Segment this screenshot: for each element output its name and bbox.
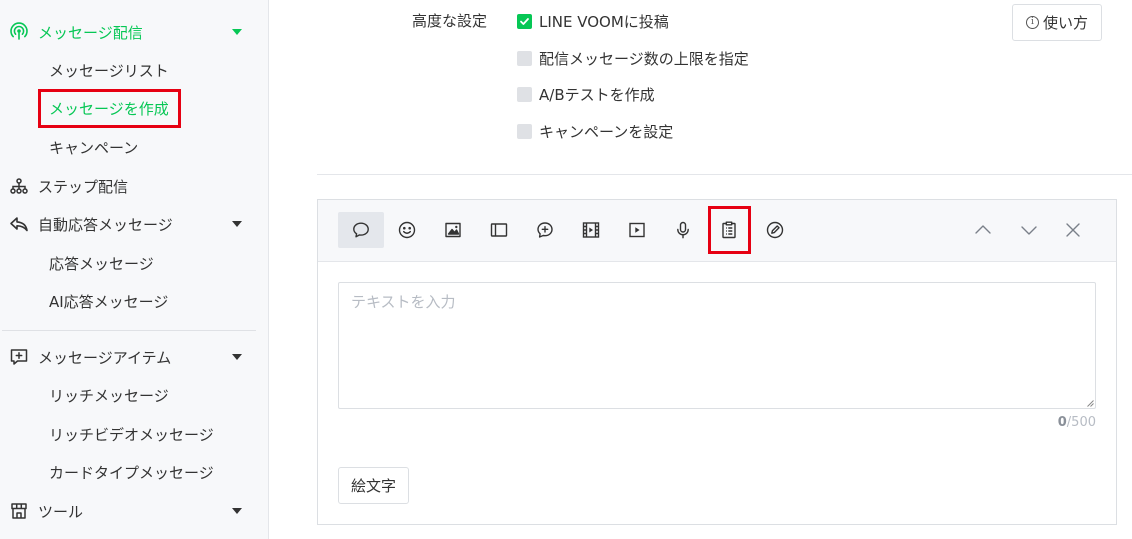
character-counter: 0/500: [1018, 415, 1096, 430]
move-down-icon[interactable]: [1006, 212, 1052, 248]
help-button-label: 使い方: [1042, 14, 1088, 32]
close-icon[interactable]: [1050, 212, 1096, 248]
reply-arrow-icon: [9, 214, 29, 234]
sidebar-item-reply-message[interactable]: 応答メッセージ: [49, 248, 154, 278]
character-limit: /500: [1066, 415, 1096, 430]
checkbox[interactable]: [517, 86, 532, 102]
option-message-limit[interactable]: 配信メッセージ数の上限を指定: [517, 46, 749, 70]
advanced-settings-label: 高度な設定: [412, 12, 488, 30]
option-label: LINE VOOMに投稿: [539, 12, 669, 31]
sidebar-group-message-items[interactable]: メッセージアイテム: [0, 339, 269, 375]
sticker-smile-icon[interactable]: [384, 212, 430, 248]
message-text-input[interactable]: テキストを入力: [338, 282, 1096, 409]
option-ab-test[interactable]: A/Bテストを作成: [517, 82, 655, 106]
checkbox[interactable]: [517, 123, 532, 139]
option-line-voom[interactable]: LINE VOOMに投稿: [517, 9, 669, 33]
sidebar-item-campaign[interactable]: キャンペーン: [49, 132, 138, 162]
survey-clipboard-icon[interactable]: [706, 212, 752, 248]
sidebar-item-rich-video-message[interactable]: リッチビデオメッセージ: [49, 419, 214, 449]
sidebar-group-label: ステップ配信: [38, 177, 129, 196]
message-type-toolbar: [318, 200, 1116, 262]
sidebar-group-broadcast[interactable]: メッセージ配信: [0, 14, 269, 50]
sidebar-group-label: メッセージ配信: [38, 23, 143, 42]
option-label: キャンペーンを設定: [539, 122, 674, 141]
chevron-down-icon: [232, 221, 242, 227]
move-up-icon[interactable]: [960, 212, 1006, 248]
sidebar-group-label: メッセージアイテム: [38, 348, 172, 367]
help-button[interactable]: i 使い方: [1012, 4, 1102, 41]
sidebar-group-step[interactable]: ステップ配信: [0, 168, 269, 204]
sidebar-group-label: 自動応答メッセージ: [38, 215, 173, 234]
character-count: 0: [1057, 415, 1067, 430]
sidebar-item-ai-reply-message[interactable]: AI応答メッセージ: [49, 286, 168, 316]
check-icon: [520, 17, 529, 25]
option-label: 配信メッセージ数の上限を指定: [539, 49, 749, 68]
emoji-button[interactable]: 絵文字: [338, 467, 409, 504]
card-message-icon[interactable]: [476, 212, 522, 248]
checkbox[interactable]: [517, 50, 532, 66]
rich-video-icon[interactable]: [614, 212, 660, 248]
option-campaign[interactable]: キャンペーンを設定: [517, 119, 673, 143]
voice-mic-icon[interactable]: [660, 212, 706, 248]
add-box-icon: [9, 347, 29, 367]
checkbox-checked[interactable]: [517, 13, 532, 29]
broadcast-icon: [9, 22, 29, 42]
sidebar-group-auto-reply[interactable]: 自動応答メッセージ: [0, 206, 269, 242]
sidebar-item-create-message[interactable]: メッセージを作成: [49, 93, 169, 123]
chevron-down-icon: [232, 508, 242, 514]
resize-grip-icon[interactable]: [1086, 399, 1094, 407]
store-icon: [9, 501, 29, 521]
coupon-pen-icon[interactable]: [752, 212, 798, 248]
flow-tree-icon: [9, 176, 29, 196]
rich-message-icon[interactable]: [522, 212, 568, 248]
sidebar-item-rich-message[interactable]: リッチメッセージ: [49, 380, 169, 410]
sidebar-item-message-list[interactable]: メッセージリスト: [49, 55, 169, 85]
section-divider: [317, 174, 1132, 175]
chevron-down-icon: [232, 354, 242, 360]
image-icon[interactable]: [430, 212, 476, 248]
text-bubble-icon[interactable]: [338, 212, 384, 248]
info-icon: i: [1025, 16, 1039, 29]
message-editor: テキストを入力 0/500 絵文字: [317, 199, 1117, 525]
sidebar-group-tools[interactable]: ツール: [0, 493, 269, 529]
sidebar: メッセージ配信 メッセージリスト メッセージを作成 キャンペーン ステップ配信 …: [0, 0, 269, 539]
sidebar-divider: [2, 330, 256, 331]
sidebar-item-card-type-message[interactable]: カードタイプメッセージ: [49, 457, 214, 487]
chevron-down-icon: [232, 29, 242, 35]
option-label: A/Bテストを作成: [539, 85, 655, 104]
sidebar-group-label: ツール: [38, 502, 84, 521]
video-icon[interactable]: [568, 212, 614, 248]
